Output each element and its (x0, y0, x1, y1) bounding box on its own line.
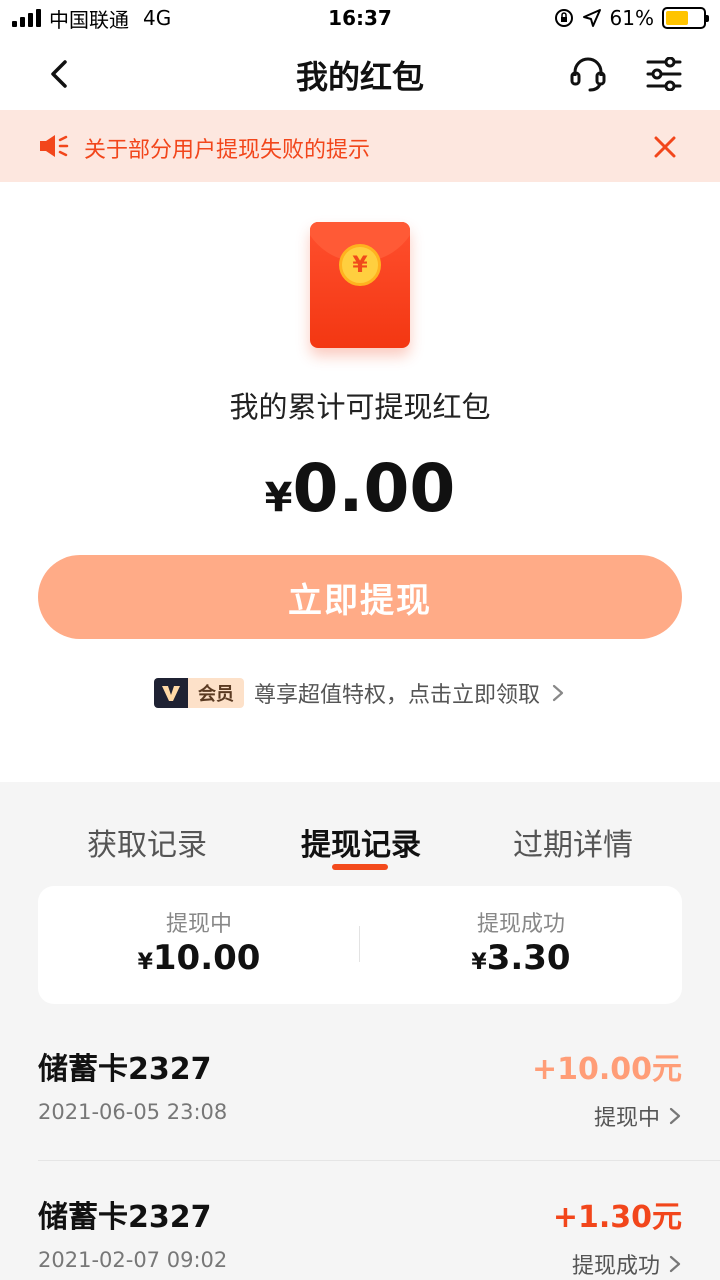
summary-pending-currency: ¥ (137, 950, 153, 975)
record-status-text: 提现成功 (571, 1254, 660, 1279)
list-divider (38, 1160, 720, 1161)
balance-value: 0.00 (292, 450, 456, 527)
chevron-right-icon (552, 684, 564, 702)
tab-withdraw-records[interactable]: 提现记录 (296, 820, 426, 864)
record-date: 2021-02-07 09:02 (38, 1248, 228, 1272)
summary-success: 提现成功 ¥3.30 (360, 886, 682, 1004)
chevron-right-icon (669, 1255, 681, 1273)
balance-amount: ¥0.00 (0, 450, 720, 527)
vip-badge: 会员 (153, 678, 244, 708)
status-bar: 中国联通 4G 16:37 61% (0, 0, 720, 36)
nav-bar: 我的红包 (0, 36, 720, 110)
balance-label: 我的累计可提现红包 (229, 390, 491, 424)
rotation-lock-icon (554, 9, 573, 27)
withdraw-summary-card: 提现中 ¥10.00 提现成功 ¥3.30 (38, 886, 682, 1004)
summary-success-currency: ¥ (471, 950, 487, 975)
summary-success-label: 提现成功 (476, 912, 565, 937)
record-status-text: 提现中 (593, 1106, 660, 1131)
tab-earn-records[interactable]: 获取记录 (82, 820, 212, 864)
notice-text[interactable]: 关于部分用户提现失败的提示 (84, 132, 370, 164)
active-tab-indicator (332, 864, 388, 870)
record-amount: +10.00元 (531, 1052, 682, 1087)
vip-logo-icon (153, 678, 188, 708)
tab-expired-details[interactable]: 过期详情 (508, 820, 638, 864)
vip-promo-text[interactable]: 尊享超值特权，点击立即领取 (254, 677, 540, 709)
red-envelope-icon: ¥ (310, 222, 410, 348)
list-item[interactable]: 储蓄卡2327 2021-02-07 09:02 +1.30元 提现成功 (38, 1192, 682, 1280)
summary-pending-amount: ¥10.00 (38, 938, 360, 978)
summary-success-value: 3.30 (486, 938, 571, 978)
page-title: 我的红包 (295, 58, 424, 96)
record-title: 储蓄卡2327 (38, 1052, 212, 1087)
records-section: 获取记录 提现记录 过期详情 提现中 ¥10.00 提现成功 ¥3.30 储蓄卡… (0, 782, 720, 1280)
summary-pending: 提现中 ¥10.00 (38, 886, 360, 1004)
record-title: 储蓄卡2327 (38, 1200, 212, 1235)
location-icon (582, 9, 601, 27)
vip-tag: 会员 (187, 678, 244, 708)
battery-icon (662, 7, 709, 29)
summary-success-amount: ¥3.30 (360, 938, 682, 978)
record-date: 2021-06-05 23:08 (38, 1100, 228, 1124)
yuan-coin-icon: ¥ (339, 244, 381, 286)
record-status[interactable]: 提现成功 (572, 1248, 682, 1280)
status-right: 61% (554, 0, 709, 36)
record-status[interactable]: 提现中 (594, 1100, 682, 1132)
vip-promo-link[interactable]: 会员 尊享超值特权，点击立即领取 (0, 676, 720, 710)
speaker-icon (40, 135, 69, 157)
balance-currency: ¥ (264, 475, 293, 521)
withdraw-now-button[interactable]: 立即提现 (38, 555, 682, 639)
customer-service-button[interactable] (566, 52, 610, 96)
list-item[interactable]: 储蓄卡2327 2021-06-05 23:08 +10.00元 提现中 (38, 1044, 682, 1184)
record-amount: +1.30元 (552, 1200, 682, 1235)
chevron-right-icon (669, 1107, 681, 1125)
notice-banner[interactable]: 关于部分用户提现失败的提示 (0, 110, 720, 182)
notice-close-button[interactable] (650, 132, 680, 162)
summary-pending-value: 10.00 (152, 938, 261, 978)
settings-icon (646, 57, 682, 91)
settings-button[interactable] (642, 52, 686, 96)
battery-percent: 61% (609, 6, 654, 30)
summary-pending-label: 提现中 (165, 912, 232, 937)
close-icon (654, 136, 676, 158)
customer-service-icon (570, 57, 606, 92)
